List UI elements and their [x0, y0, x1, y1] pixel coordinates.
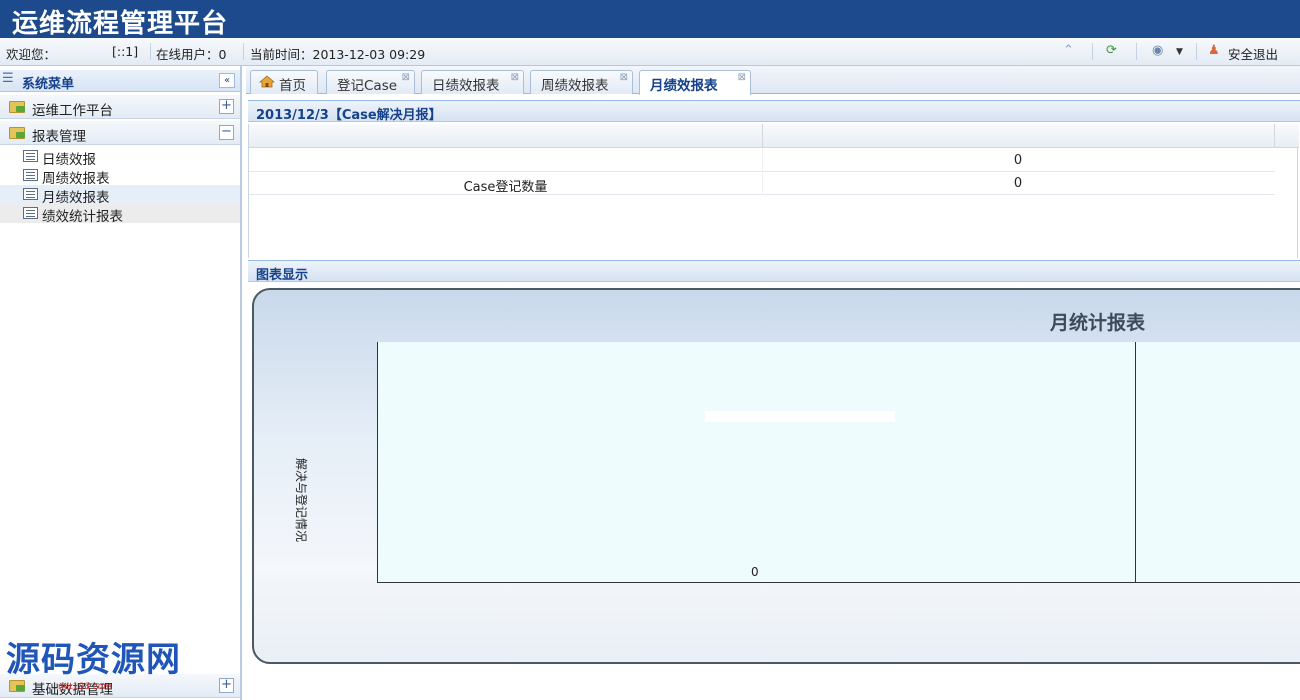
sidebar-item-monthly-report[interactable]: 月绩效报表 — [0, 185, 240, 206]
folder-icon — [9, 101, 25, 113]
table-row: 0 — [249, 149, 1275, 172]
sidebar-item-label: 周绩效报表 — [42, 171, 110, 187]
sidebar-group-report-management[interactable]: 报表管理 − — [0, 121, 240, 145]
folder-icon — [9, 127, 25, 139]
report-icon — [23, 169, 38, 181]
tab-label: 月绩效报表 — [650, 78, 718, 94]
chart-area: 月统计报表 解决与登记情况 0 — [248, 282, 1300, 700]
expand-icon[interactable]: + — [219, 678, 234, 693]
close-icon[interactable]: ⊠ — [511, 72, 519, 83]
logout-link[interactable]: 安全退出 — [1228, 44, 1278, 63]
tab-daily-report[interactable]: 日绩效报表 ⊠ — [421, 70, 524, 94]
sidebar-item-daily-report[interactable]: 日绩效报 — [0, 147, 240, 168]
tab-label: 周绩效报表 — [541, 78, 609, 94]
current-time: 当前时间：2013-12-03 09:29 — [250, 47, 426, 62]
report-panel-title: 2013/12/3【Case解决月报】 — [256, 108, 442, 123]
sidebar-group-ops-platform[interactable]: 运维工作平台 + — [0, 95, 240, 119]
sidebar-item-label: 日绩效报 — [42, 152, 96, 168]
sidebar-title: 系统菜单 — [22, 77, 75, 92]
sidebar: ☰ 系统菜单 « 运维工作平台 + 报表管理 − 日绩效报 周绩效报表 月绩效报… — [0, 66, 242, 700]
report-panel-header: 2013/12/3【Case解决月报】 — [248, 100, 1300, 123]
report-icon — [23, 188, 38, 200]
chart-frame: 月统计报表 解决与登记情况 0 — [252, 288, 1300, 664]
chart-bar — [705, 411, 895, 422]
sidebar-item-performance-stats[interactable]: 绩效统计报表 — [0, 204, 240, 225]
row-value: 0 — [1013, 176, 1023, 191]
app-title: 运维流程管理平台 — [12, 9, 229, 39]
chart-divider — [1135, 342, 1136, 582]
close-icon[interactable]: ⊠ — [738, 72, 746, 83]
report-icon — [23, 150, 38, 162]
collapse-sidebar-button[interactable]: « — [219, 73, 235, 88]
chart-panel-header: 图表显示 — [248, 260, 1300, 283]
sidebar-item-label: 绩效统计报表 — [42, 209, 123, 225]
row-value: 0 — [1013, 153, 1023, 168]
chart-title: 月统计报表 — [1050, 312, 1146, 334]
menu-icon: ☰ — [2, 71, 14, 86]
tab-register-case[interactable]: 登记Case ⊠ — [326, 70, 415, 94]
watermark-url: net188.com — [58, 682, 113, 692]
table-row: Case登记数量 0 — [249, 172, 1275, 195]
tab-bar: 首页 登记Case ⊠ 日绩效报表 ⊠ 周绩效报表 ⊠ 月绩效报表 ⊠ — [246, 66, 1300, 95]
chevron-down-icon[interactable]: ▼ — [1176, 47, 1183, 57]
tab-label: 首页 — [279, 78, 306, 94]
tab-monthly-report[interactable]: 月绩效报表 ⊠ — [639, 70, 751, 95]
home-icon — [259, 75, 275, 88]
tab-home[interactable]: 首页 — [250, 70, 318, 94]
app-header: 运维流程管理平台 — [0, 0, 1300, 39]
row-name: Case登记数量 — [463, 180, 548, 195]
close-icon[interactable]: ⊠ — [620, 72, 628, 83]
user-id: [::1] — [112, 44, 139, 59]
tab-weekly-report[interactable]: 周绩效报表 ⊠ — [530, 70, 633, 94]
tab-label: 登记Case — [337, 78, 398, 94]
report-grid: 0 Case登记数量 0 — [248, 124, 1299, 258]
status-bar: 欢迎您： [::1] 在线用户：0 当前时间：2013-12-03 09:29 … — [0, 38, 1300, 66]
report-icon — [23, 207, 38, 219]
close-icon[interactable]: ⊠ — [402, 72, 410, 83]
user-icon: ♟ — [1208, 43, 1220, 58]
group-label: 报表管理 — [32, 129, 86, 145]
chart-x-tick-label: 0 — [751, 565, 759, 579]
folder-icon — [9, 680, 25, 692]
chart-panel-title: 图表显示 — [256, 268, 309, 283]
sidebar-item-label: 月绩效报表 — [42, 190, 110, 206]
chart-y-axis-label: 解决与登记情况 — [294, 458, 308, 543]
chart-plot-area: 0 — [377, 342, 1300, 583]
help-icon[interactable]: ◉ — [1152, 43, 1163, 58]
online-users: 在线用户：0 — [156, 47, 227, 62]
welcome-label: 欢迎您： — [6, 47, 57, 62]
grid-header — [249, 124, 1299, 148]
tab-label: 日绩效报表 — [432, 78, 500, 94]
collapse-header-icon[interactable]: ⌃ — [1063, 43, 1074, 58]
sidebar-header: ☰ 系统菜单 « — [0, 70, 240, 92]
expand-icon[interactable]: + — [219, 99, 234, 114]
sidebar-item-weekly-report[interactable]: 周绩效报表 — [0, 166, 240, 187]
collapse-icon[interactable]: − — [219, 125, 234, 140]
refresh-icon[interactable]: ⟳ — [1106, 43, 1117, 58]
watermark-logo: 源码资源网 — [6, 640, 181, 680]
group-label: 运维工作平台 — [32, 103, 113, 119]
